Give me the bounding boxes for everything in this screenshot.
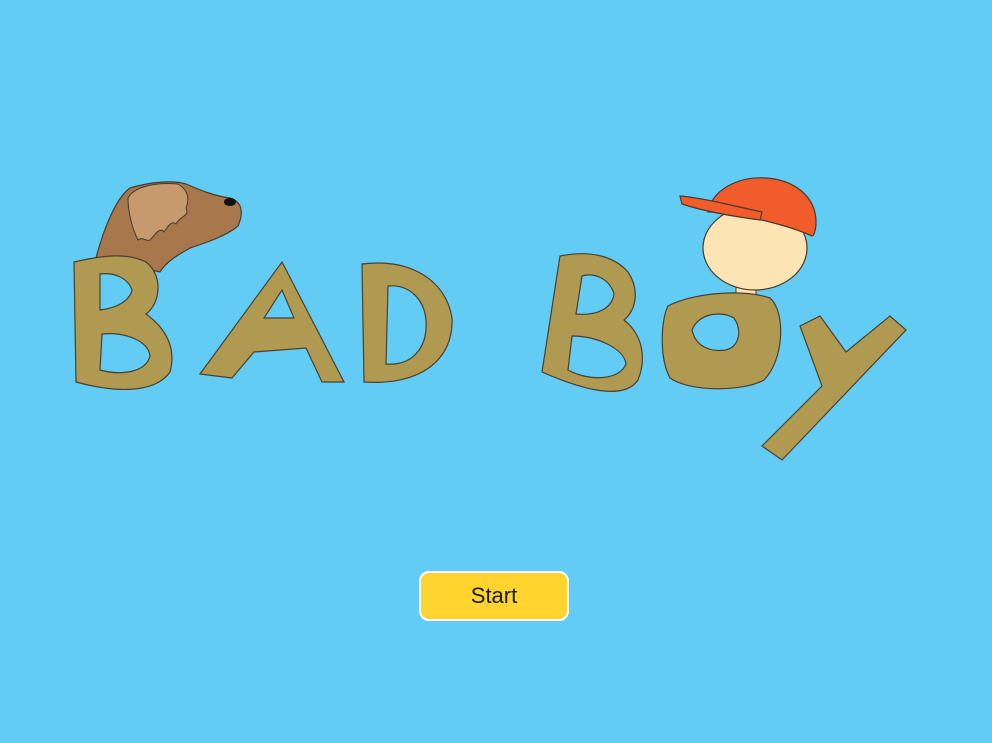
game-title-logo (73, 177, 907, 461)
title-screen: BAD BOY St (0, 0, 992, 743)
title-letter-y (761, 315, 907, 461)
title-letter-o (661, 292, 782, 390)
title-letter-d (361, 262, 453, 383)
start-button[interactable]: Start (419, 571, 569, 621)
title-letter-a (198, 260, 345, 383)
title-letter-b (73, 255, 173, 390)
title-letter-b-2 (541, 253, 643, 392)
boy-with-red-cap-icon (679, 177, 817, 301)
